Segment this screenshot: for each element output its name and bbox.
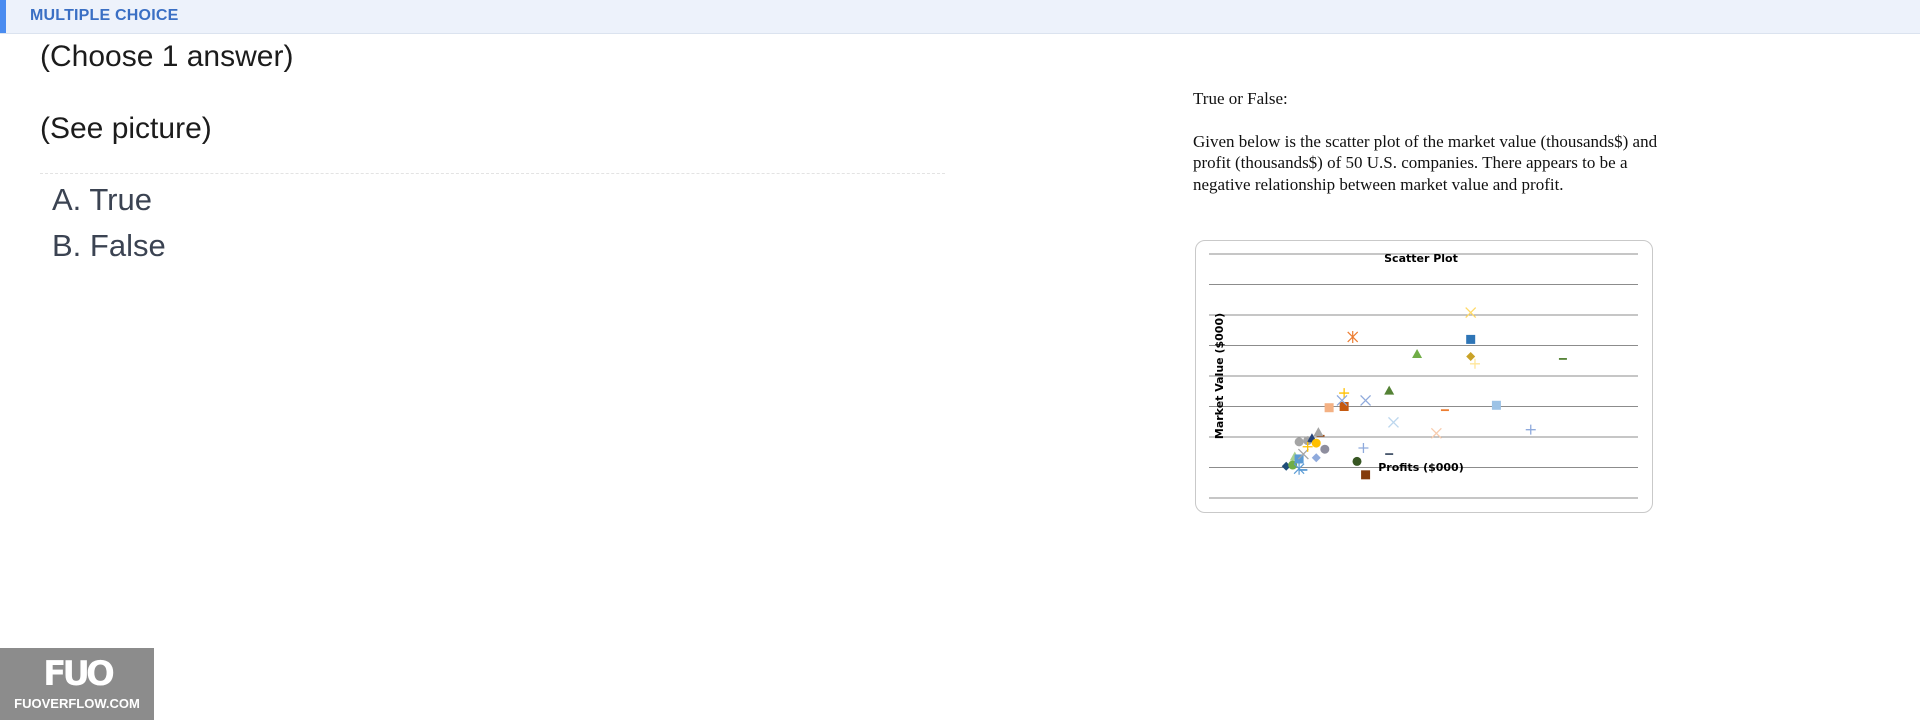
data-point-31: [1465, 307, 1477, 319]
picture-statement: Given below is the scatter plot of the m…: [1193, 131, 1658, 194]
y-axis-label: Market Value ($000): [1213, 313, 1226, 439]
data-point-2: [1293, 462, 1305, 475]
question-type-label: MULTIPLE CHOICE: [30, 7, 179, 24]
picture-heading: True or False:: [1193, 89, 1288, 108]
prompt-see-picture: (See picture): [40, 112, 212, 145]
question-picture-text: True or False: Given below is the scatte…: [1193, 88, 1673, 216]
data-point-28: [1412, 349, 1423, 359]
data-point-11: [1313, 427, 1324, 437]
header-accent-bar: [0, 0, 6, 33]
question-type-header: MULTIPLE CHOICE: [0, 0, 1920, 34]
data-point-32: [1466, 334, 1476, 344]
data-point-9: [1311, 438, 1321, 448]
choice-b-false[interactable]: B. False: [52, 228, 166, 264]
x-axis-label: Profits ($000): [1378, 461, 1464, 474]
prompt-choose-one: (Choose 1 answer): [40, 40, 294, 73]
watermark-text: FUOVERFLOW.COM: [14, 696, 140, 711]
data-point-21: [1347, 330, 1359, 343]
scatter-plot-image: Scatter Plot Profits ($000) Market Value (…: [1195, 240, 1653, 513]
data-point-20: [1360, 394, 1372, 406]
data-point-16: [1324, 403, 1334, 413]
data-point-22: [1358, 442, 1369, 453]
data-point-6: [1294, 437, 1304, 447]
data-point-35: [1491, 400, 1501, 410]
data-point-26: [1388, 416, 1399, 428]
data-point-27: [1384, 385, 1395, 395]
data-point-33: [1466, 351, 1476, 361]
data-point-34: [1469, 358, 1480, 369]
chart-title: Scatter Plot: [1384, 252, 1458, 265]
choice-a-true[interactable]: A. True: [52, 182, 152, 218]
data-point-24: [1361, 470, 1371, 480]
watermark: FUO FUOVERFLOW.COM: [0, 648, 154, 720]
prompt-divider: [40, 173, 945, 174]
data-point-13: [1320, 444, 1330, 454]
data-point-14: [1311, 453, 1321, 463]
data-point-18: [1339, 388, 1350, 399]
watermark-logo: FUO: [43, 654, 115, 694]
data-point-23: [1352, 456, 1362, 466]
data-point-36: [1525, 424, 1536, 435]
scatter-plot-svg: Scatter Plot Profits ($000) Market Value (…: [1209, 252, 1638, 499]
